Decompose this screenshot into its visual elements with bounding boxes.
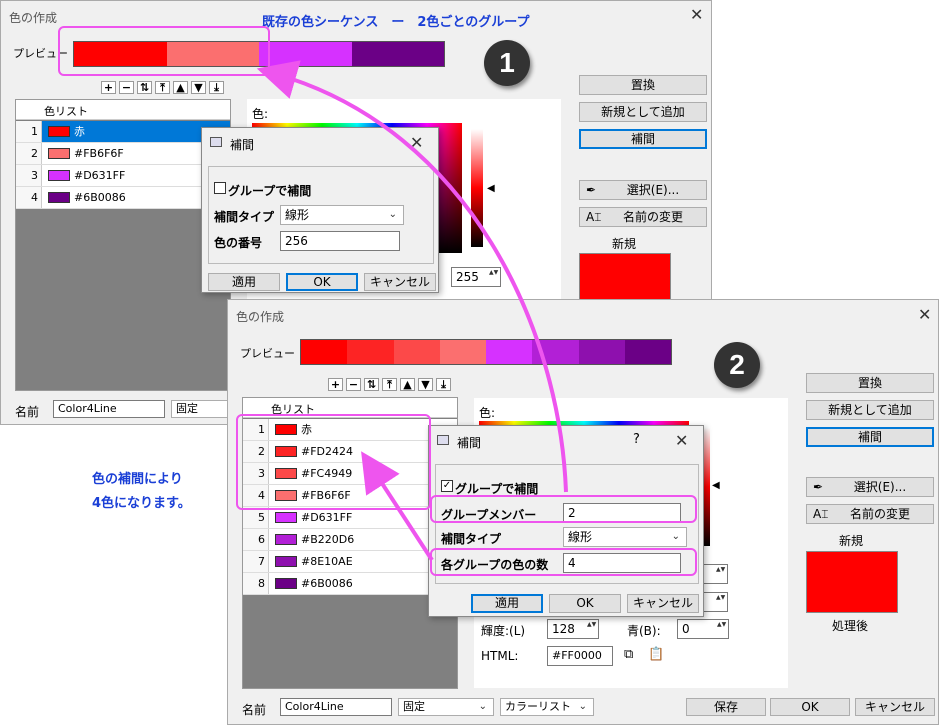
arrow-to-rows [361,451,434,562]
annotation-arrows [256,60,568,562]
arrow-to-preview [256,60,568,493]
